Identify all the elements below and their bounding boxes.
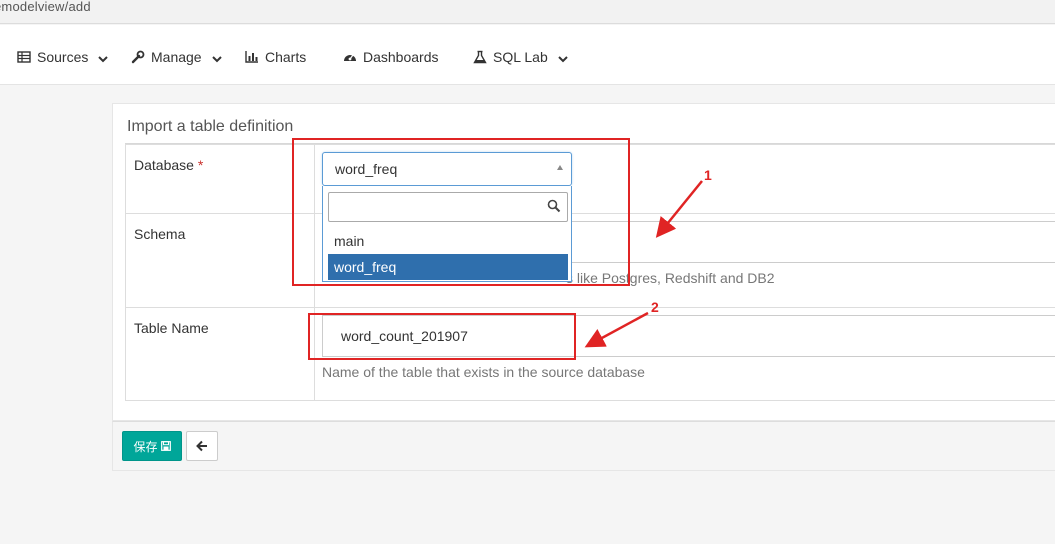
annotation-arrow-2 bbox=[584, 311, 649, 348]
annotation-arrow-1 bbox=[655, 180, 703, 238]
annotation-arrows bbox=[584, 180, 703, 348]
